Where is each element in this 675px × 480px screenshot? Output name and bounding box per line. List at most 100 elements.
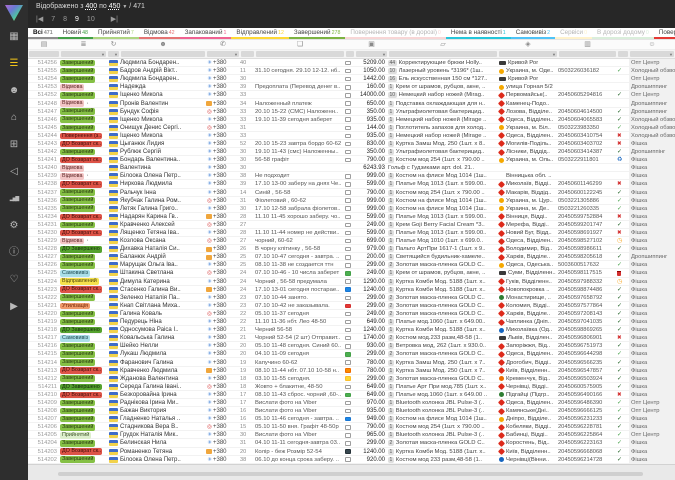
filter-customer[interactable] bbox=[121, 51, 205, 57]
pagination-first-icon[interactable]: |◀ bbox=[36, 15, 43, 23]
phone-prefix[interactable]: +380 bbox=[213, 140, 227, 148]
phone-prefix[interactable]: +380 bbox=[213, 375, 227, 383]
ttn-number[interactable]: 20450596751973 bbox=[558, 342, 617, 350]
products-column-icon[interactable]: ▱ bbox=[388, 40, 498, 50]
phone-prefix[interactable]: +380 bbox=[213, 100, 227, 108]
phone-prefix[interactable]: +380 bbox=[213, 172, 227, 180]
phone-prefix[interactable]: +380 bbox=[213, 326, 227, 334]
phone-prefix[interactable]: +380 bbox=[213, 245, 227, 253]
ttn-number[interactable]: 20450605294816 bbox=[558, 91, 617, 99]
phone-prefix[interactable]: +380 bbox=[213, 132, 227, 140]
ttn-number[interactable]: 0503221305886 bbox=[558, 197, 617, 205]
ttn-number[interactable]: 20450599752884 bbox=[558, 213, 617, 221]
table-row[interactable]: 514235ЗавершенийЛетяк Галина Григо..✳+38… bbox=[28, 205, 675, 213]
orders-column-icon[interactable]: ▤ bbox=[28, 40, 60, 50]
sidebar-item-cart-icon[interactable]: ⊞ bbox=[6, 138, 22, 152]
phone-prefix[interactable]: +380 bbox=[213, 213, 227, 221]
phone-prefix[interactable]: +380 bbox=[213, 261, 227, 269]
ttn-number[interactable]: 20450596228781 bbox=[558, 423, 617, 431]
tab-1[interactable]: Новий48 bbox=[58, 28, 93, 39]
table-row[interactable]: 514253ВідмоваНадежда✳+38039Предоплата (П… bbox=[28, 83, 675, 91]
payment-column-icon[interactable]: ▣ bbox=[355, 40, 388, 50]
phone-prefix[interactable]: +380 bbox=[213, 180, 227, 188]
phone-prefix[interactable]: +380 bbox=[213, 431, 227, 439]
filter-ttn-status[interactable] bbox=[618, 51, 628, 57]
table-row[interactable]: 514231ЗавершенийКравченко Алексей◎+38027… bbox=[28, 221, 675, 229]
ttn-number[interactable]: 20450596666125 bbox=[558, 407, 617, 415]
horizontal-scrollbar[interactable] bbox=[58, 472, 643, 476]
phone-prefix[interactable]: +380 bbox=[213, 124, 227, 132]
table-row[interactable]: 514214ЗавершенийФаранович Галина✳+38019К… bbox=[28, 358, 675, 366]
tab-11[interactable]: В дорозі додому0 bbox=[592, 28, 654, 39]
tab-7[interactable]: Повернення товару (в дорозі)0 bbox=[345, 28, 445, 39]
phone-prefix[interactable]: +380 bbox=[213, 423, 227, 431]
table-row[interactable]: 514227ЗавершенийБаланюк Андрій+3802507.1… bbox=[28, 253, 675, 261]
filter-ttn[interactable] bbox=[559, 51, 616, 57]
ttn-number[interactable]: 20450604065583 bbox=[558, 116, 617, 124]
ttn-number[interactable]: 20450596223163 bbox=[558, 439, 617, 447]
ttn-number[interactable] bbox=[558, 75, 617, 83]
pagination-last-icon[interactable]: ▶| bbox=[111, 15, 118, 23]
filter-manager[interactable]: ▼ bbox=[630, 51, 674, 57]
ttn-number[interactable]: 20450596668068 bbox=[558, 448, 617, 456]
ttn-number[interactable]: 20450596644298 bbox=[558, 350, 617, 358]
table-row[interactable]: 514248Відмова◔Пронів Валентин+38034Налож… bbox=[28, 99, 675, 107]
sidebar-item-partners-icon[interactable]: ♡ bbox=[6, 273, 22, 287]
filter-status[interactable]: ▼ bbox=[61, 51, 106, 57]
table-row[interactable]: 514210ДО Возврат ск..Безкоровайна Ірина✳… bbox=[28, 391, 675, 399]
filter-comment[interactable] bbox=[256, 51, 344, 57]
table-row[interactable]: 514209ЗавершенийРаднікова Ірина Ми..✳+38… bbox=[28, 399, 675, 407]
table-row[interactable]: 514213ДО Возврат ск..Кравченко Людмила+3… bbox=[28, 367, 675, 375]
filter-order-id[interactable] bbox=[29, 51, 59, 57]
ttn-number[interactable]: 20450596566235 bbox=[558, 358, 617, 366]
ttn-number[interactable]: 20450597988332 bbox=[558, 278, 617, 286]
filter-city[interactable]: ▼ bbox=[499, 51, 557, 57]
phone-prefix[interactable]: +380 bbox=[213, 286, 227, 294]
table-row[interactable]: 514220ЗавершенийГалина Коваль◎+3802205.1… bbox=[28, 310, 675, 318]
table-row[interactable]: 514240ВідмоваВалентина✳+380306243.93Голь… bbox=[28, 164, 675, 172]
comments-column-icon[interactable]: ❏ bbox=[255, 40, 345, 50]
tab-9[interactable]: Самовивіз2 bbox=[511, 28, 555, 39]
ttn-number[interactable]: 0503222911801 bbox=[558, 156, 617, 164]
ttn-number[interactable]: 20450600575905 bbox=[558, 383, 617, 391]
filter-dropdown-icon[interactable]: ▼ bbox=[101, 51, 105, 58]
phone-prefix[interactable]: +380 bbox=[213, 229, 227, 237]
range-dropdown-icon[interactable]: ▼ bbox=[122, 4, 127, 10]
table-row[interactable]: 514221УтилізаціяКнап Світлана Миха..✳+38… bbox=[28, 302, 675, 310]
ttn-number[interactable]: 20450596225864 bbox=[558, 431, 617, 439]
table-row[interactable]: 514205ПрийнятийГрудок Наталія Мик..✳+380… bbox=[28, 431, 675, 439]
phone-prefix[interactable]: +380 bbox=[213, 197, 227, 205]
table-row[interactable]: 514225СамовивізШтакина Светлана◎+3802407… bbox=[28, 269, 675, 277]
filter-dropdown-icon[interactable]: ▼ bbox=[234, 51, 238, 58]
table-row[interactable]: 514207ЗавершенийГладненко Наталья ..✳+38… bbox=[28, 415, 675, 423]
table-row[interactable]: 514228ДО ЗавершеноДихавка Наталія Си..+3… bbox=[28, 245, 675, 253]
table-row[interactable]: 514237ЗавершенийРальчук Інна✳+38014Синій… bbox=[28, 189, 675, 197]
pagination-page[interactable]: 9 bbox=[75, 16, 79, 23]
table-row[interactable]: 514206ЗавершенийСтадникова Вера В..◎+380… bbox=[28, 423, 675, 431]
ttn-number[interactable]: 20450596806901 bbox=[558, 334, 617, 342]
phone-prefix[interactable]: +380 bbox=[213, 189, 227, 197]
filter-dropdown-icon[interactable]: ▼ bbox=[552, 51, 556, 58]
tab-2[interactable]: Прийнятий7 bbox=[93, 28, 139, 39]
range-from[interactable]: 400 bbox=[85, 3, 97, 10]
address-column-icon[interactable]: ◈ bbox=[498, 40, 558, 50]
phone-prefix[interactable]: +380 bbox=[213, 164, 227, 172]
ttn-number[interactable]: 20450597577864 bbox=[558, 302, 617, 310]
phone-prefix[interactable]: +380 bbox=[213, 456, 227, 464]
ttn-number[interactable]: 20450597041035 bbox=[558, 318, 617, 326]
ttn-number[interactable] bbox=[558, 83, 617, 91]
phone-prefix[interactable]: +380 bbox=[213, 83, 227, 91]
sidebar-item-company-icon[interactable]: ⌂ bbox=[6, 111, 22, 125]
table-row[interactable]: 514236ЗавершенийЯкубчак Галина Ром..◎+38… bbox=[28, 197, 675, 205]
filter-dropdown-icon[interactable]: ▼ bbox=[382, 51, 386, 58]
filter-source[interactable]: ▼ bbox=[108, 51, 119, 57]
phone-prefix[interactable]: +380 bbox=[213, 334, 227, 342]
table-row[interactable]: 514246ЗавершенийІщенко Микола✳+3803319.1… bbox=[28, 116, 675, 124]
ttn-number[interactable]: 20450596214728 bbox=[558, 456, 617, 464]
tab-0[interactable]: Всі471 bbox=[28, 28, 58, 39]
ttn-number[interactable]: 20450596503924 bbox=[558, 375, 617, 383]
filter-product[interactable] bbox=[389, 51, 497, 57]
phone-prefix[interactable]: +380 bbox=[213, 205, 227, 213]
sidebar-item-customers-icon[interactable]: ☻ bbox=[6, 84, 22, 98]
ttn-number[interactable] bbox=[558, 99, 617, 107]
